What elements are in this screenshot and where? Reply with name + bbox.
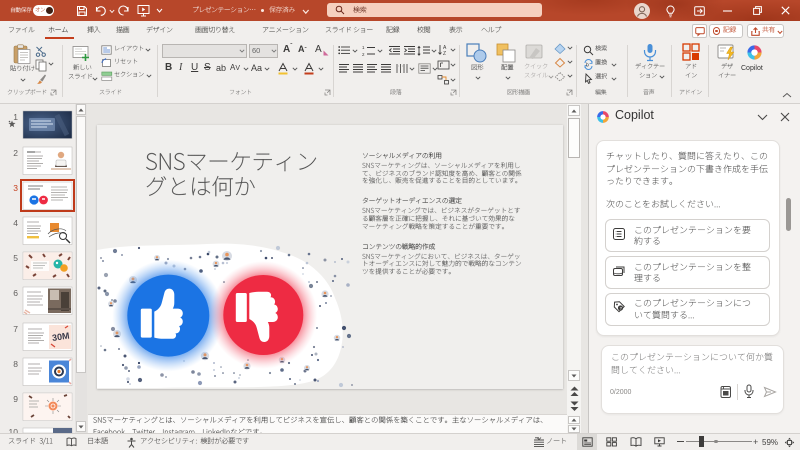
- svg-text:Z: Z: [443, 51, 446, 57]
- svg-text:2: 2: [362, 52, 365, 57]
- svg-text:1: 1: [362, 45, 365, 50]
- svg-text:b: b: [586, 63, 589, 69]
